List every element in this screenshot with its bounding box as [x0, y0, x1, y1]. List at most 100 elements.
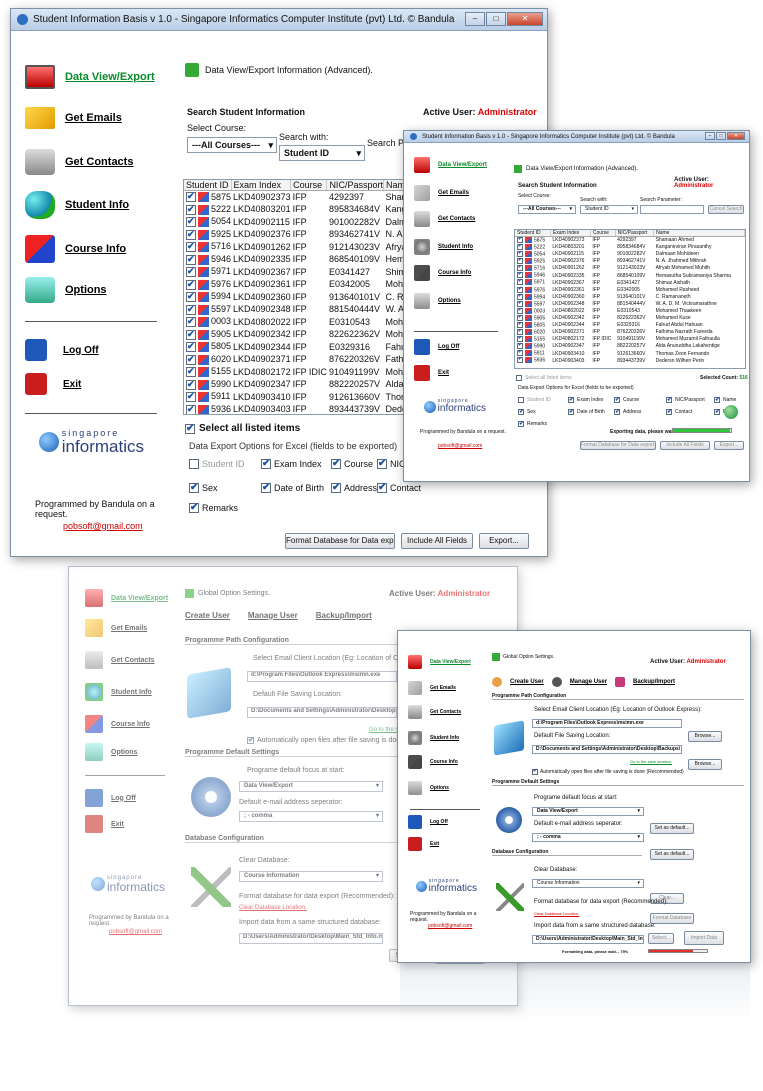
row-checkbox[interactable]: [517, 265, 523, 272]
email-client-input[interactable]: d:\Program Files\Outlook Express\msimn.e…: [247, 671, 397, 682]
row-checkbox[interactable]: [186, 229, 196, 240]
nav-get-contacts[interactable]: Get Contacts: [25, 149, 133, 175]
tab-create-user[interactable]: Create User: [185, 611, 230, 620]
auto-open-checkbox[interactable]: Automatically open files after file savi…: [532, 768, 684, 775]
nav-student-info[interactable]: Student Info: [414, 239, 473, 255]
format-database-button[interactable]: Format Database for Data export...: [580, 441, 656, 450]
table-row[interactable]: 0003 LKD40802022 IFP E0310543 Mohamed Thaake…: [515, 307, 745, 314]
export-field-course[interactable]: Course: [331, 458, 373, 469]
table-row[interactable]: 5905LKD40902342IFP822622362VMohamed Kuse: [515, 315, 745, 322]
nav-log-off[interactable]: Log Off: [25, 339, 99, 361]
tab-create-user[interactable]: Create User: [510, 679, 544, 685]
table-row[interactable]: 5971LKD40902367IFPE0341427Shimaz Aishath: [184, 266, 428, 279]
row-checkbox[interactable]: [186, 316, 196, 328]
export-field-student-id[interactable]: Student ID: [518, 397, 551, 403]
nav-data-view-export[interactable]: Data View/Export: [25, 65, 155, 89]
row-checkbox[interactable]: [186, 254, 196, 265]
field-checkbox[interactable]: [261, 458, 271, 469]
tab-manage-user[interactable]: Manage User: [248, 611, 298, 620]
column-header[interactable]: Student ID: [184, 180, 232, 191]
nav-exit[interactable]: Exit: [25, 373, 81, 395]
field-checkbox[interactable]: [331, 482, 341, 493]
course-select[interactable]: ---All Courses---: [518, 205, 576, 214]
select-all-box[interactable]: [516, 375, 522, 381]
row-checkbox[interactable]: [186, 204, 196, 215]
row-checkbox[interactable]: [186, 191, 196, 203]
nav-course-info[interactable]: Course Info: [408, 755, 458, 769]
row-checkbox[interactable]: [517, 258, 523, 265]
row-checkbox[interactable]: [186, 354, 196, 365]
table-row[interactable]: 5911LKD40903410IFP912613660VThomas Zeon …: [515, 350, 745, 357]
row-checkbox[interactable]: [186, 391, 196, 403]
row-checkbox[interactable]: [517, 315, 523, 321]
nav-exit[interactable]: Exit: [414, 365, 449, 381]
row-checkbox[interactable]: [517, 357, 523, 364]
browse-email-client-button[interactable]: Browse...: [688, 731, 722, 742]
clear-db-select[interactable]: Course Information: [239, 871, 383, 882]
field-checkbox[interactable]: [189, 502, 199, 513]
row-checkbox[interactable]: [186, 341, 196, 353]
export-field-name[interactable]: Name: [714, 396, 736, 403]
clear-db-location-link[interactable]: Clear Database Location.: [239, 905, 307, 911]
export-field-remarks[interactable]: Remarks: [518, 420, 547, 427]
save-location-input[interactable]: D:\Documents and Settings\Administrator\…: [532, 745, 682, 754]
table-row[interactable]: 6020LKD40902371IFP876220326VFathima Nazr…: [515, 329, 745, 336]
nav-exit[interactable]: Exit: [85, 815, 124, 833]
row-checkbox[interactable]: [517, 350, 523, 357]
table-row[interactable]: 5925 LKD40902376 IFP 893462741V N. A. Jhahme…: [515, 258, 745, 265]
table-row[interactable]: 5911LKD40903410IFP912613660VThomas Zeon …: [184, 391, 428, 404]
table-row[interactable]: 5946LKD40902335IFP868540109VHemasutha Su…: [515, 272, 745, 279]
table-row[interactable]: 5054 LKD40902115 IFP 901002282V Dalmaan Mohi…: [515, 251, 745, 258]
row-checkbox[interactable]: [517, 244, 523, 250]
export-button[interactable]: Export...: [479, 533, 529, 549]
field-checkbox[interactable]: [614, 396, 620, 403]
table-row[interactable]: 5805LKD40902344IFPE0329316Fahud Abdul Ha…: [515, 322, 745, 329]
nav-options[interactable]: Options: [25, 277, 107, 303]
include-all-fields-button[interactable]: Include All Fields: [401, 533, 473, 549]
row-checkbox[interactable]: [517, 237, 523, 244]
row-checkbox[interactable]: [186, 266, 196, 278]
export-field-sex[interactable]: Sex: [189, 482, 218, 493]
import-data-button[interactable]: Import Data: [684, 931, 724, 945]
field-checkbox[interactable]: [189, 482, 199, 493]
table-row[interactable]: 5222 LKD40803201 IFP 895834684V Kanganirvira…: [515, 244, 745, 251]
nav-options[interactable]: Options: [85, 743, 137, 761]
row-checkbox[interactable]: [186, 329, 196, 340]
table-row[interactable]: 5990 LKD40902347 IFP 882220257V Alda Anurudd…: [515, 343, 745, 350]
row-checkbox[interactable]: [186, 216, 196, 228]
table-row[interactable]: 5875 LKD40902373 IFP 4292397 Shamaan Ahmed: [515, 237, 745, 244]
field-checkbox[interactable]: [518, 420, 524, 427]
import-path-input[interactable]: D:\Users\Administrator\Desktop\Main_Std_…: [532, 935, 644, 944]
focus-select[interactable]: Data View/Export: [239, 781, 383, 792]
row-checkbox[interactable]: [517, 307, 523, 314]
table-row[interactable]: 5905LKD40902342IFP822622362VMohamed Kuse: [184, 328, 428, 341]
export-field-date-of-birth[interactable]: Date of Birth: [261, 482, 324, 493]
table-row[interactable]: 6020LKD40902371IFP876220326VFathima Nazr…: [184, 353, 428, 366]
nav-exit[interactable]: Exit: [408, 837, 439, 851]
row-checkbox[interactable]: [517, 322, 523, 328]
field-checkbox[interactable]: [568, 408, 574, 415]
nav-student-info[interactable]: Student Info: [25, 191, 129, 219]
nav-get-emails[interactable]: Get Emails: [414, 185, 469, 201]
field-checkbox[interactable]: [666, 408, 672, 415]
nav-get-contacts[interactable]: Get Contacts: [85, 651, 155, 669]
select-all-checkbox[interactable]: Select all listed items: [516, 375, 572, 381]
separator-select[interactable]: ; - comma: [532, 833, 644, 842]
email-client-input[interactable]: d:\Program Files\Outlook Express\msimn.e…: [532, 719, 682, 728]
close-button[interactable]: ✕: [727, 132, 745, 140]
table-row[interactable]: 5805LKD40902344IFPE0329316Fahud Abdul Ha…: [184, 341, 428, 354]
table-row[interactable]: 5976 LKD40902361 IFP E0342005 Mohamed Rashee…: [515, 286, 745, 293]
format-database-button[interactable]: Format Database for Data export...: [285, 533, 395, 549]
export-field-course[interactable]: Course: [614, 396, 639, 403]
field-checkbox[interactable]: [714, 408, 720, 415]
export-field-date-of-birth[interactable]: Date of Birth: [568, 408, 605, 415]
field-checkbox[interactable]: [614, 408, 620, 415]
table-row[interactable]: 5716LKD40901262IFP912143023VAfryab Moham…: [184, 241, 428, 254]
nav-options[interactable]: Options: [414, 293, 461, 309]
nav-options[interactable]: Options: [408, 781, 449, 795]
set-default-focus-button[interactable]: Set as default...: [650, 823, 694, 834]
nav-data-view-export[interactable]: Data View/Export: [414, 157, 487, 173]
table-row[interactable]: 5946LKD40902335IFP868540109VHemasutha Su…: [184, 253, 428, 266]
nav-log-off[interactable]: Log Off: [408, 815, 448, 829]
row-checkbox[interactable]: [517, 279, 523, 286]
